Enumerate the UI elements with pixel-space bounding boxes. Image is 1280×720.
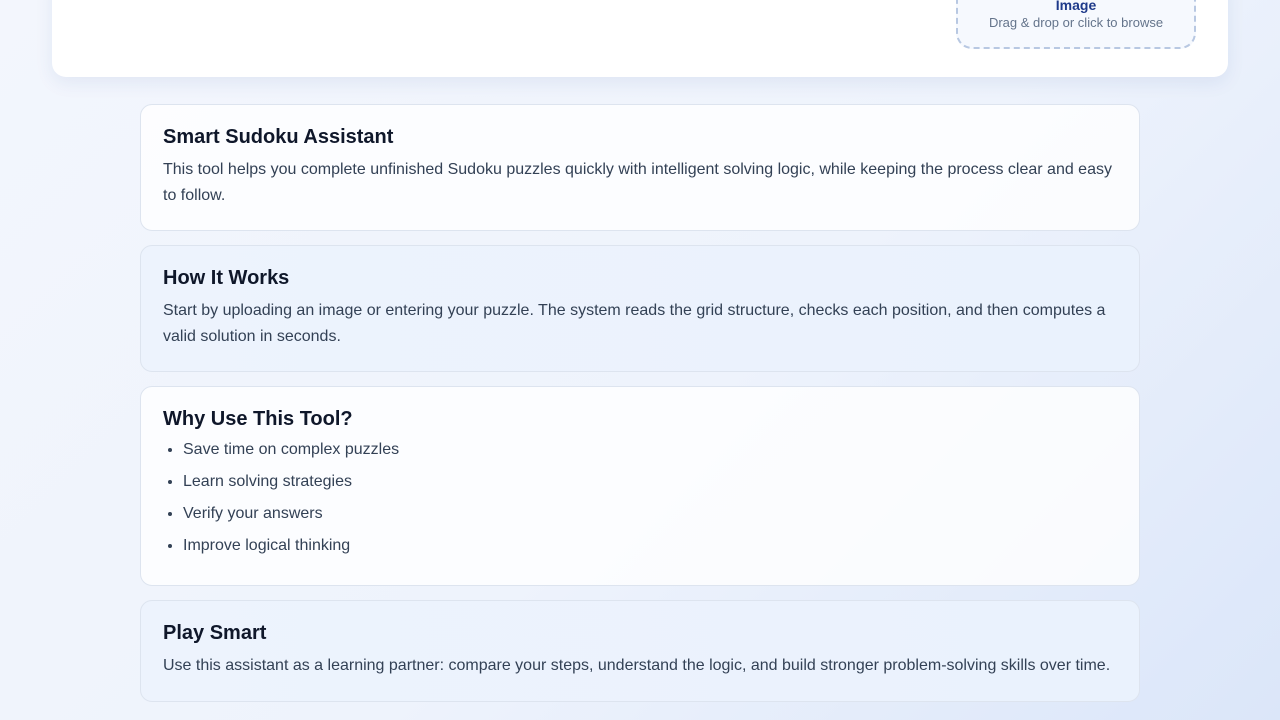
play-smart-title: Play Smart: [163, 622, 267, 644]
play-smart-card: Play Smart Use this assistant as a learn…: [140, 600, 1140, 702]
dropzone-title: Image: [1055, 0, 1097, 13]
list-item: Verify your answers: [183, 503, 1117, 525]
list-item: Learn solving strategies: [183, 471, 1117, 493]
how-it-works-description: Start by uploading an image or entering …: [163, 302, 1106, 345]
assistant-description: This tool helps you complete unfinished …: [163, 161, 1112, 204]
assistant-title: Smart Sudoku Assistant: [163, 126, 394, 148]
image-dropzone[interactable]: Image Drag & drop or click to browse: [956, 0, 1196, 49]
how-it-works-title: How It Works: [163, 267, 290, 289]
how-it-works-card: How It Works Start by uploading an image…: [140, 245, 1140, 372]
list-item: Save time on complex puzzles: [183, 439, 1117, 461]
dropzone-hint: Drag & drop or click to browse: [988, 15, 1164, 30]
assistant-card: Smart Sudoku Assistant This tool helps y…: [140, 104, 1140, 231]
play-smart-description: Use this assistant as a learning partner…: [163, 657, 1111, 674]
benefits-list: Save time on complex puzzles Learn solvi…: [163, 439, 1117, 557]
list-item: Improve logical thinking: [183, 535, 1117, 557]
why-use-card: Why Use This Tool? Save time on complex …: [140, 386, 1140, 586]
why-use-title: Why Use This Tool?: [163, 408, 353, 430]
